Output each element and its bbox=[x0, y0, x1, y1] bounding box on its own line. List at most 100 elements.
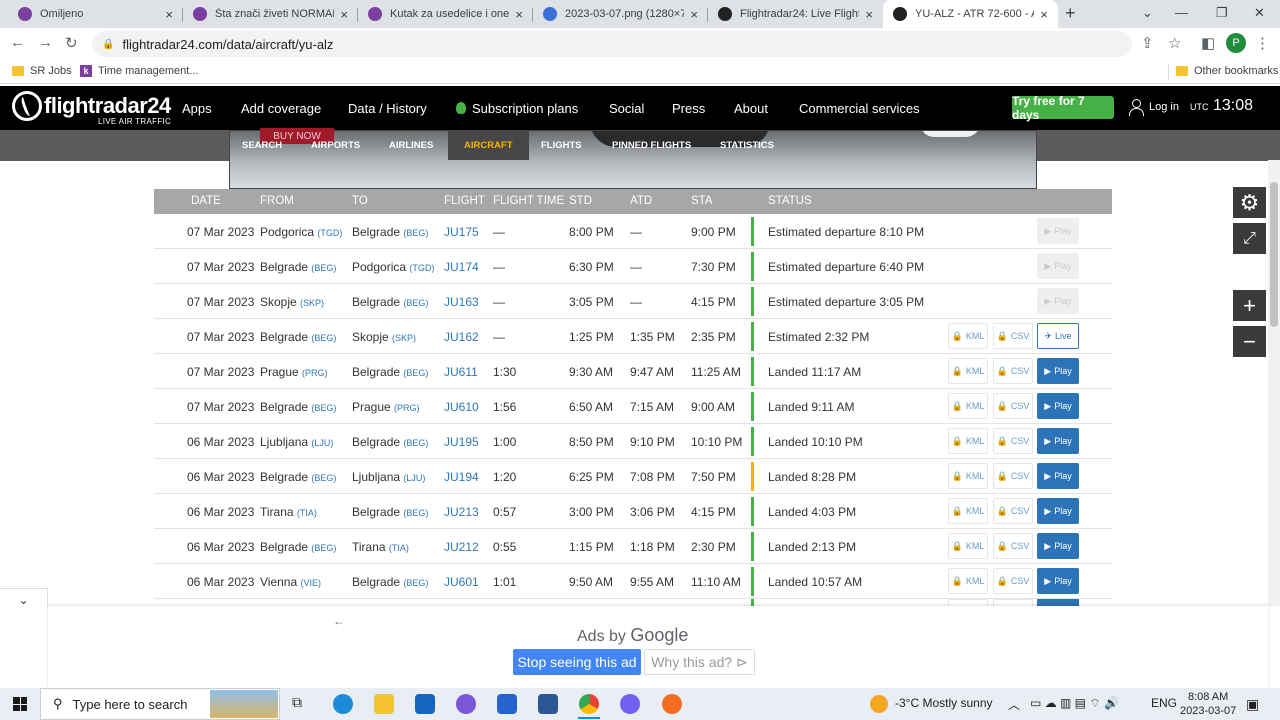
kml-button[interactable]: 🔒 KML bbox=[948, 428, 988, 454]
subnav-airlines[interactable]: AIRLINES bbox=[389, 140, 433, 151]
browser-tab[interactable]: Flightradar24: Live Flight Tr × bbox=[708, 0, 883, 28]
csv-button[interactable] bbox=[993, 599, 1033, 606]
windows-start-icon[interactable] bbox=[13, 697, 27, 711]
subnav-pinned-flights[interactable]: PINNED FLIGHTS bbox=[612, 140, 691, 151]
store-icon[interactable] bbox=[538, 694, 558, 714]
settings-gear-icon[interactable]: ⚙ bbox=[1233, 187, 1266, 218]
avast-icon[interactable] bbox=[662, 694, 682, 714]
col-status[interactable]: STATUS bbox=[768, 195, 812, 207]
taskbar-clock[interactable]: 8:08 AM 2023-03-07 bbox=[1180, 690, 1236, 718]
chrome-icon[interactable] bbox=[579, 694, 599, 714]
subnav-airports[interactable]: AIRPORTS bbox=[311, 140, 360, 151]
csv-button[interactable]: 🔒 CSV bbox=[993, 323, 1033, 349]
edge-icon[interactable] bbox=[333, 694, 353, 714]
zoom-in-icon[interactable]: + bbox=[1233, 290, 1266, 321]
live-button[interactable]: ✈ Live bbox=[1037, 323, 1079, 349]
table-row[interactable]: 06 Mar 2023 Belgrade (BEG) Tirana (TIA) JU2… bbox=[154, 529, 1112, 564]
browser-tab[interactable]: YU-ALZ - ATR 72-600 - AirS × bbox=[883, 0, 1058, 28]
reload-icon[interactable]: ↻ bbox=[65, 34, 78, 52]
play-button[interactable]: ▶ Play bbox=[1037, 428, 1079, 454]
task-view-icon[interactable]: ⧉ bbox=[292, 694, 312, 714]
browser-tab[interactable]: Kutak za usedelice i one koj × bbox=[358, 0, 533, 28]
subnav-flights[interactable]: FLIGHTS bbox=[541, 140, 582, 151]
kml-button[interactable]: 🔒 KML bbox=[948, 358, 988, 384]
col-sta[interactable]: STA bbox=[691, 195, 713, 207]
menu-dots-icon[interactable]: ⋮ bbox=[1255, 34, 1270, 52]
kml-button[interactable]: 🔒 KML bbox=[948, 533, 988, 559]
menu-about[interactable]: About bbox=[734, 101, 768, 116]
close-tab-icon[interactable]: × bbox=[165, 7, 173, 22]
menu-commercial-services[interactable]: Commercial services bbox=[799, 101, 920, 116]
table-row[interactable]: 06 Mar 2023 Vienna (VIE) Belgrade (BEG) JU6… bbox=[154, 564, 1112, 599]
why-this-ad-button[interactable]: Why this ad? ⊳ bbox=[644, 649, 755, 675]
col-to[interactable]: TO bbox=[352, 195, 368, 207]
share-icon[interactable]: ⇪ bbox=[1141, 34, 1154, 52]
cell-flight-link[interactable]: JU174 bbox=[444, 260, 479, 274]
play-button[interactable]: ▶ Play bbox=[1037, 533, 1079, 559]
close-tab-icon[interactable]: × bbox=[515, 7, 523, 22]
forward-icon[interactable]: → bbox=[38, 34, 53, 51]
table-row[interactable]: 06 Mar 2023 Belgrade (BEG) Ljubljana (LJU)… bbox=[154, 459, 1112, 494]
col-date[interactable]: DATE bbox=[191, 195, 221, 207]
file-explorer-icon[interactable] bbox=[374, 694, 394, 714]
table-row[interactable]: 07 Mar 2023 Skopje (SKP) Belgrade (BEG) JU1… bbox=[154, 284, 1112, 319]
ad-back-icon[interactable]: ← bbox=[333, 614, 345, 628]
kml-button[interactable]: 🔒 KML bbox=[948, 393, 988, 419]
menu-apps[interactable]: Apps bbox=[182, 101, 212, 116]
ad-banner[interactable] bbox=[229, 130, 1037, 189]
cell-flight-link[interactable]: JU611 bbox=[444, 365, 478, 379]
cell-flight-link[interactable]: JU213 bbox=[444, 505, 479, 519]
bookmark-sr-jobs[interactable]: SR Jobs bbox=[12, 65, 72, 77]
play-button[interactable]: ▶ Play bbox=[1037, 358, 1079, 384]
subnav-statistics[interactable]: STATISTICS bbox=[720, 140, 774, 151]
col-flight[interactable]: FLIGHT bbox=[444, 195, 485, 207]
menu-subscription-plans[interactable]: Subscription plans bbox=[456, 101, 578, 116]
kml-button[interactable]: 🔒 KML bbox=[948, 463, 988, 489]
table-row[interactable]: 06 Mar 2023 Ljubljana (LJU) Belgrade (BEG)… bbox=[154, 424, 1112, 459]
kml-button[interactable]: 🔒 KML bbox=[948, 568, 988, 594]
todo-icon[interactable] bbox=[497, 694, 517, 714]
login-button[interactable]: Log in bbox=[1128, 99, 1179, 116]
other-bookmarks[interactable]: Other bookmarks bbox=[1176, 65, 1278, 77]
menu-social[interactable]: Social bbox=[609, 101, 644, 116]
csv-button[interactable]: 🔒 CSV bbox=[993, 393, 1033, 419]
back-icon[interactable]: ← bbox=[10, 34, 25, 51]
kml-button[interactable]: 🔒 KML bbox=[948, 323, 988, 349]
cell-flight-link[interactable]: JU195 bbox=[444, 435, 479, 449]
close-tab-icon[interactable]: × bbox=[865, 7, 873, 22]
zoom-out-icon[interactable]: − bbox=[1233, 326, 1266, 357]
side-panel-icon[interactable]: ◧ bbox=[1201, 34, 1215, 52]
url-input[interactable]: 🔒 flightradar24.com/data/aircraft/yu-alz bbox=[92, 31, 1132, 57]
browser-tab[interactable]: Šta znači živeti NORMALNO × bbox=[183, 0, 358, 28]
close-tab-icon[interactable]: × bbox=[340, 7, 348, 22]
tray-chevron-icon[interactable]: ︿ bbox=[1008, 696, 1020, 713]
bookmark-time-management[interactable]: k Time management... bbox=[80, 65, 198, 77]
close-tab-icon[interactable]: × bbox=[690, 7, 698, 22]
weather-sun-icon[interactable] bbox=[870, 695, 888, 713]
csv-button[interactable]: 🔒 CSV bbox=[993, 533, 1033, 559]
play-button[interactable]: ▶ Play bbox=[1037, 288, 1079, 314]
cell-flight-link[interactable]: JU212 bbox=[444, 540, 479, 554]
subnav-aircraft[interactable]: AIRCRAFT bbox=[448, 130, 529, 160]
notifications-icon[interactable]: ▣ bbox=[1246, 696, 1259, 713]
csv-button[interactable]: 🔒 CSV bbox=[993, 428, 1033, 454]
table-row[interactable]: 07 Mar 2023 Belgrade (BEG) Podgorica (TGD)… bbox=[154, 249, 1112, 284]
play-button[interactable]: ▶ Play bbox=[1037, 253, 1079, 279]
close-window-button[interactable]: ✕ bbox=[1254, 5, 1265, 21]
browser-tab[interactable]: Omiljeno × bbox=[8, 0, 183, 28]
profile-avatar[interactable]: P bbox=[1226, 33, 1246, 53]
play-button[interactable]: ▶ Play bbox=[1037, 568, 1079, 594]
table-row[interactable]: 07 Mar 2023 Belgrade (BEG) Skopje (SKP) JU1… bbox=[154, 319, 1112, 354]
play-button[interactable] bbox=[1037, 599, 1079, 606]
cell-flight-link[interactable]: JU194 bbox=[444, 470, 479, 484]
subnav-search[interactable]: SEARCH bbox=[242, 140, 282, 151]
stop-seeing-ad-button[interactable]: Stop seeing this ad bbox=[513, 649, 641, 675]
table-row[interactable]: 07 Mar 2023 Belgrade (BEG) Prague (PRG) JU6… bbox=[154, 389, 1112, 424]
menu-press[interactable]: Press bbox=[672, 101, 705, 116]
scrollbar-thumb[interactable] bbox=[1270, 182, 1278, 327]
copilot-icon[interactable] bbox=[456, 694, 476, 714]
mail-icon[interactable] bbox=[415, 694, 435, 714]
tray-icons[interactable]: ▭ ☁ ▥ ▤ ⌔ 🔊 bbox=[1030, 696, 1119, 711]
cell-flight-link[interactable]: JU175 bbox=[444, 225, 479, 239]
try-free-button[interactable]: Try free for 7 days bbox=[1012, 94, 1114, 122]
